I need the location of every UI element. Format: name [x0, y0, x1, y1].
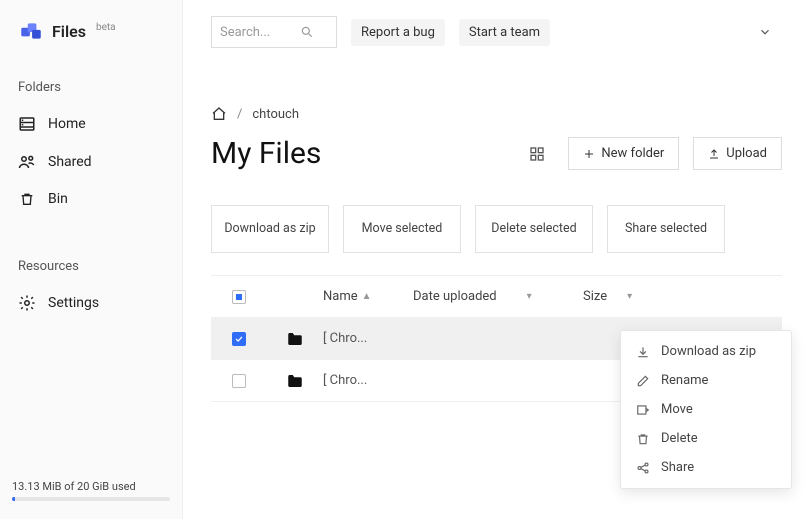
page-title: My Files — [211, 136, 321, 171]
sidebar-section-resources: Resources — [0, 251, 182, 284]
breadcrumb-separator: / — [237, 107, 242, 122]
ctx-rename[interactable]: Rename — [621, 366, 791, 395]
sidebar-item-label: Home — [48, 116, 86, 132]
share-selected-button[interactable]: Share selected — [607, 205, 725, 253]
sidebar-item-bin[interactable]: Bin — [0, 181, 182, 217]
account-menu-button[interactable] — [758, 25, 772, 39]
breadcrumb: / chtouch — [211, 106, 782, 122]
bulk-actions: Download as zip Move selected Delete sel… — [211, 205, 782, 253]
sort-asc-icon: ▲ — [362, 291, 372, 302]
home-list-icon — [18, 115, 36, 133]
folder-icon — [267, 330, 323, 348]
grid-view-toggle[interactable] — [526, 143, 548, 165]
report-bug-button[interactable]: Report a bug — [351, 19, 445, 46]
brand-logo-icon — [18, 18, 44, 44]
search-icon — [300, 25, 314, 39]
new-folder-button[interactable]: New folder — [568, 137, 679, 170]
main-panel: Report a bug Start a team / chtouch My F… — [183, 0, 810, 519]
search-input[interactable] — [220, 25, 300, 40]
search-box[interactable] — [211, 16, 337, 48]
delete-selected-button[interactable]: Delete selected — [475, 205, 593, 253]
share-icon — [635, 461, 651, 475]
storage-display: 13.13 MiB of 20 GiB used — [0, 480, 182, 509]
trash-icon — [18, 191, 36, 207]
upload-icon — [708, 148, 720, 160]
header-date[interactable]: Date uploaded ▾ — [413, 289, 583, 304]
sort-caret-icon: ▾ — [627, 291, 632, 302]
sidebar-item-label: Bin — [48, 191, 68, 207]
ctx-label: Move — [661, 402, 693, 417]
ctx-move[interactable]: Move — [621, 395, 791, 424]
download-zip-button[interactable]: Download as zip — [211, 205, 329, 253]
storage-fill — [12, 497, 15, 501]
sidebar-item-shared[interactable]: Shared — [0, 143, 182, 181]
edit-icon — [635, 374, 651, 388]
move-selected-button[interactable]: Move selected — [343, 205, 461, 253]
sidebar-item-settings[interactable]: Settings — [0, 284, 182, 322]
ctx-share[interactable]: Share — [621, 453, 791, 482]
header-date-label: Date uploaded — [413, 289, 497, 304]
ctx-label: Download as zip — [661, 344, 756, 359]
brand-badge: beta — [96, 22, 116, 33]
upload-label: Upload — [726, 146, 767, 161]
header-size[interactable]: Size ▾ — [583, 289, 683, 304]
ctx-label: Delete — [661, 431, 698, 446]
ctx-delete[interactable]: Delete — [621, 424, 791, 453]
storage-bar — [12, 497, 170, 501]
app-root: Files beta Folders Home Shared Bin Resou… — [0, 0, 810, 519]
download-icon — [635, 345, 651, 359]
upload-button[interactable]: Upload — [693, 137, 782, 170]
move-icon — [635, 403, 651, 417]
header-name-label: Name — [323, 289, 358, 304]
ctx-download-zip[interactable]: Download as zip — [621, 337, 791, 366]
plus-icon — [583, 148, 595, 160]
ctx-label: Rename — [661, 373, 708, 388]
start-team-button[interactable]: Start a team — [459, 19, 550, 46]
sidebar: Files beta Folders Home Shared Bin Resou… — [0, 0, 183, 519]
new-folder-label: New folder — [601, 146, 664, 161]
sidebar-item-label: Settings — [48, 295, 99, 311]
sidebar-item-label: Shared — [48, 154, 92, 170]
trash-icon — [635, 432, 651, 446]
select-all-checkbox[interactable] — [232, 290, 246, 304]
brand: Files beta — [0, 18, 182, 72]
sort-caret-icon: ▾ — [527, 291, 532, 302]
context-menu: Download as zip Rename Move Delete Share — [620, 330, 792, 489]
sidebar-item-home[interactable]: Home — [0, 105, 182, 143]
title-row: My Files New folder Upload — [211, 136, 782, 171]
row-checkbox[interactable] — [232, 332, 246, 346]
file-name: [ Chro... — [323, 373, 413, 388]
table-header: Name ▲ Date uploaded ▾ Size ▾ — [211, 276, 782, 318]
home-icon[interactable] — [211, 106, 227, 122]
storage-text: 13.13 MiB of 20 GiB used — [12, 480, 170, 493]
sidebar-section-folders: Folders — [0, 72, 182, 105]
breadcrumb-current[interactable]: chtouch — [252, 107, 299, 122]
row-checkbox[interactable] — [232, 374, 246, 388]
brand-name: Files — [52, 22, 86, 41]
gear-icon — [18, 294, 36, 312]
topbar: Report a bug Start a team — [211, 16, 782, 48]
header-name[interactable]: Name ▲ — [323, 289, 413, 304]
file-name: [ Chro... — [323, 331, 413, 346]
header-size-label: Size — [583, 289, 607, 304]
folder-icon — [267, 372, 323, 390]
select-all-cell[interactable] — [211, 290, 267, 304]
shared-icon — [18, 153, 36, 171]
ctx-label: Share — [661, 460, 694, 475]
